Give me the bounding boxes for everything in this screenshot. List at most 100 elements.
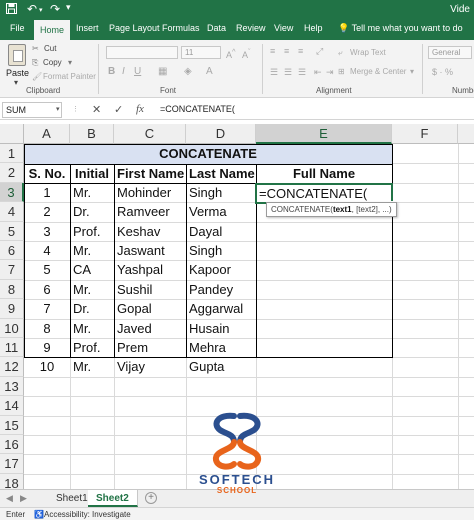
- undo-icon[interactable]: ↶: [27, 2, 37, 16]
- cell-last-name[interactable]: Aggarwal: [186, 299, 256, 318]
- cell-initial[interactable]: Prof.: [70, 222, 114, 241]
- next-sheet-icon[interactable]: ▶: [20, 493, 27, 504]
- cell-last-name[interactable]: Kapoor: [186, 260, 256, 279]
- sheet-tab-sheet2[interactable]: Sheet2: [88, 490, 138, 507]
- cell-initial[interactable]: Mr.: [70, 241, 114, 260]
- cell-sno[interactable]: 8: [24, 319, 70, 338]
- align-middle-icon[interactable]: ≡: [284, 46, 289, 56]
- tab-help[interactable]: Help: [304, 23, 323, 33]
- row-header-8[interactable]: 8: [0, 279, 24, 300]
- column-header-b[interactable]: B: [70, 124, 114, 144]
- underline-button[interactable]: U: [134, 66, 141, 77]
- row-header-2[interactable]: 2: [0, 163, 24, 183]
- cell-initial[interactable]: Mr.: [70, 183, 114, 202]
- cell-sno[interactable]: 6: [24, 280, 70, 299]
- name-box[interactable]: SUM: [2, 102, 62, 118]
- row-header-14[interactable]: 14: [0, 396, 24, 416]
- cell-sno[interactable]: 5: [24, 260, 70, 279]
- copy-button[interactable]: Copy: [43, 58, 62, 67]
- cell-last-name[interactable]: Singh: [186, 241, 256, 260]
- cell-first-name[interactable]: Jaswant: [114, 241, 186, 260]
- cell-initial[interactable]: Dr.: [70, 202, 114, 221]
- fill-color-icon[interactable]: ◈: [184, 66, 192, 77]
- cell-sno[interactable]: 7: [24, 299, 70, 318]
- row-header-15[interactable]: 15: [0, 415, 24, 435]
- cell-initial[interactable]: Mr.: [70, 280, 114, 299]
- row-header-10[interactable]: 10: [0, 318, 24, 338]
- row-header-1[interactable]: 1: [0, 144, 24, 164]
- cell-last-name[interactable]: Pandey: [186, 280, 256, 299]
- chevron-down-icon[interactable]: ▾: [39, 6, 43, 14]
- cell-last-name[interactable]: Dayal: [186, 222, 256, 241]
- cell-first-name[interactable]: Vijay: [114, 357, 186, 376]
- accessibility-status[interactable]: Accessibility: Investigate: [44, 510, 131, 519]
- column-header-d[interactable]: D: [186, 124, 256, 144]
- cell-sno[interactable]: 9: [24, 338, 70, 357]
- paste-dropdown-icon[interactable]: ▾: [14, 78, 18, 87]
- cell-first-name[interactable]: Mohinder: [114, 183, 186, 202]
- insert-function-button[interactable]: fx: [136, 103, 144, 115]
- previous-sheet-icon[interactable]: ◀: [6, 493, 13, 504]
- merge-center-button[interactable]: Merge & Center: [350, 67, 406, 76]
- column-header-c[interactable]: C: [114, 124, 186, 144]
- tab-data[interactable]: Data: [207, 23, 226, 33]
- cell-last-name[interactable]: Singh: [186, 183, 256, 202]
- font-size-combo[interactable]: 11: [181, 46, 221, 59]
- decrease-indent-icon[interactable]: ⇤: [314, 67, 322, 78]
- cell-first-name[interactable]: Yashpal: [114, 260, 186, 279]
- tab-page-layout[interactable]: Page Layout: [109, 23, 160, 33]
- tab-formulas[interactable]: Formulas: [162, 23, 200, 33]
- paste-button[interactable]: Paste: [6, 68, 29, 78]
- number-format-combo[interactable]: General: [428, 46, 472, 59]
- row-header-17[interactable]: 17: [0, 454, 24, 474]
- row-header-12[interactable]: 12: [0, 357, 24, 377]
- row-header-5[interactable]: 5: [0, 221, 24, 241]
- cell-last-name[interactable]: Verma: [186, 202, 256, 221]
- cell-first-name[interactable]: Prem: [114, 338, 186, 357]
- cell-first-name[interactable]: Ramveer: [114, 202, 186, 221]
- tab-file[interactable]: File: [10, 23, 25, 33]
- cell-last-name[interactable]: Gupta: [186, 357, 256, 376]
- tab-home[interactable]: Home: [34, 20, 71, 40]
- cell-last-name[interactable]: Mehra: [186, 338, 256, 357]
- cell-initial[interactable]: Mr.: [70, 319, 114, 338]
- align-bottom-icon[interactable]: ≡: [298, 46, 303, 56]
- font-name-combo[interactable]: [106, 46, 178, 59]
- cell-initial[interactable]: Dr.: [70, 299, 114, 318]
- align-top-icon[interactable]: ≡: [270, 46, 275, 56]
- add-sheet-icon[interactable]: +: [145, 492, 157, 504]
- cell-sno[interactable]: 2: [24, 202, 70, 221]
- customize-icon[interactable]: ▾: [66, 2, 71, 13]
- row-header-6[interactable]: 6: [0, 241, 24, 261]
- cell-first-name[interactable]: Sushil: [114, 280, 186, 299]
- tooltip-function-name[interactable]: CONCATENATE(: [271, 205, 333, 214]
- tab-insert[interactable]: Insert: [76, 23, 99, 33]
- cell-initial[interactable]: Prof.: [70, 338, 114, 357]
- enter-formula-button[interactable]: ✓: [114, 103, 123, 116]
- column-header-next[interactable]: [458, 124, 474, 144]
- name-box-dropdown-icon[interactable]: ▾: [56, 105, 60, 113]
- column-header-f[interactable]: F: [392, 124, 458, 144]
- increase-font-icon[interactable]: A^: [226, 47, 236, 60]
- decrease-font-icon[interactable]: Aˇ: [242, 47, 251, 60]
- cell-initial[interactable]: Mr.: [70, 357, 114, 376]
- row-header-11[interactable]: 11: [0, 338, 24, 358]
- cell-sno[interactable]: 1: [24, 183, 70, 202]
- accessibility-icon[interactable]: ♿: [34, 510, 44, 519]
- redo-icon[interactable]: ↷: [50, 2, 60, 16]
- cell-first-name[interactable]: Gopal: [114, 299, 186, 318]
- tab-review[interactable]: Review: [236, 23, 266, 33]
- wrap-text-button[interactable]: Wrap Text: [350, 48, 386, 57]
- cell-initial[interactable]: CA: [70, 260, 114, 279]
- formula-input[interactable]: =CONCATENATE(: [160, 104, 235, 114]
- save-icon[interactable]: [6, 3, 17, 17]
- italic-button[interactable]: I: [122, 66, 125, 77]
- copy-dropdown-icon[interactable]: ▾: [68, 58, 72, 67]
- column-header-e[interactable]: E: [256, 124, 392, 144]
- cell-first-name[interactable]: Keshav: [114, 222, 186, 241]
- cancel-formula-button[interactable]: ✕: [92, 103, 101, 116]
- row-header-9[interactable]: 9: [0, 299, 24, 319]
- font-color-icon[interactable]: A: [206, 66, 213, 77]
- active-cell-content[interactable]: =CONCATENATE(: [256, 184, 392, 203]
- cell-sno[interactable]: 3: [24, 222, 70, 241]
